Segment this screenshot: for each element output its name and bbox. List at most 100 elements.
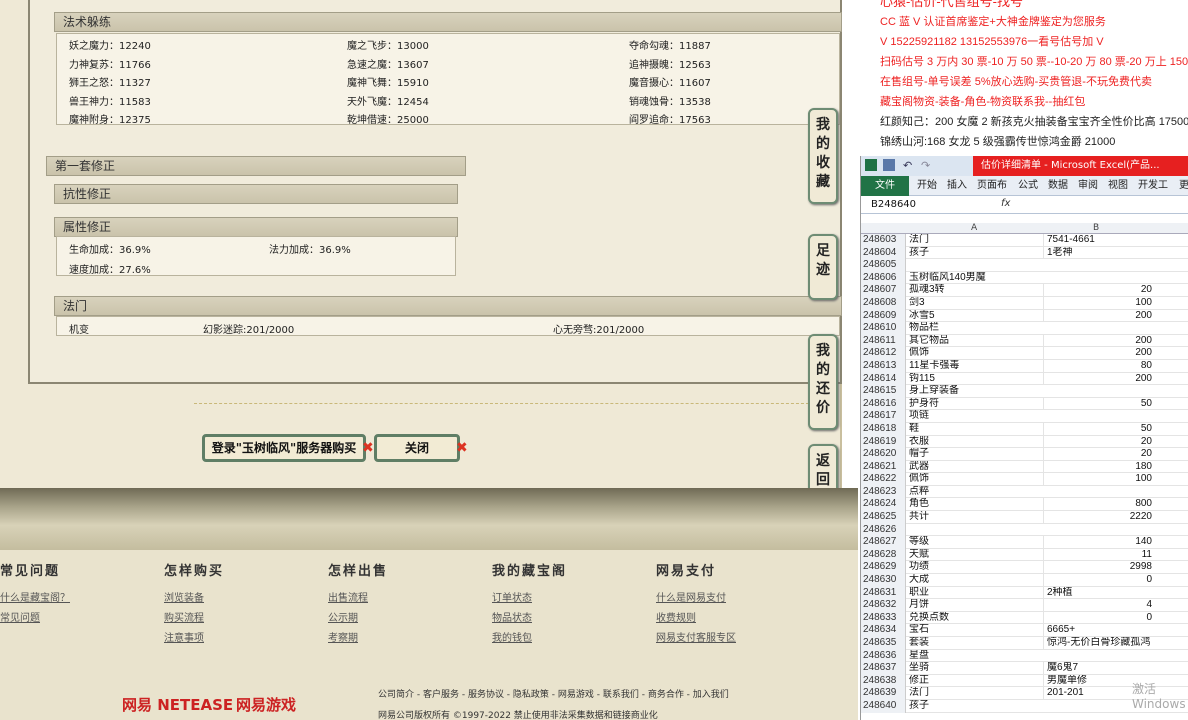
cell-a[interactable]: 其它物品 [909, 335, 1043, 348]
ribbon-tab[interactable]: 插入 [947, 176, 967, 196]
footer-link[interactable]: 网易支付客服专区 [656, 629, 806, 649]
cell-a[interactable]: 修正 [909, 675, 1043, 688]
row-number[interactable]: 248608 [861, 296, 906, 310]
row-number[interactable]: 248624 [861, 498, 906, 512]
save-icon[interactable] [883, 159, 895, 171]
cell-a[interactable]: 玉树临风140男魔 [909, 272, 1043, 285]
sheet-row[interactable]: 248628 天赋 11 [861, 548, 1188, 562]
sheet-row[interactable]: 248610 物品栏 [861, 322, 1188, 335]
row-number[interactable]: 248623 [861, 485, 906, 499]
cell-b[interactable]: 50 [1043, 422, 1155, 436]
sheet-row[interactable]: 248636 星盘 [861, 649, 1188, 663]
row-number[interactable]: 248609 [861, 309, 906, 323]
fx-icon[interactable]: fx [1001, 198, 1010, 209]
cell-b[interactable]: 惊鸿-无价白骨珍藏孤鸿 [1043, 637, 1155, 650]
cell-a[interactable]: 宝石 [909, 624, 1043, 637]
cell-a[interactable]: 功绩 [909, 561, 1043, 574]
cell-a[interactable]: 套装 [909, 637, 1043, 650]
footer-link[interactable]: 物品状态 [492, 609, 642, 629]
sheet-row[interactable]: 248619 衣服 20 [861, 435, 1188, 449]
cell-b[interactable]: 20 [1043, 435, 1155, 449]
ribbon-tab[interactable]: 开始 [917, 176, 937, 196]
cell-a[interactable]: 衣服 [909, 436, 1043, 449]
cell-a[interactable]: 鞋 [909, 423, 1043, 436]
footprint-tab[interactable]: 足迹 [808, 234, 838, 300]
ribbon-tab[interactable]: 数据 [1048, 176, 1068, 196]
col-a-header[interactable]: A [971, 223, 977, 233]
sheet-row[interactable]: 248621 武器 180 [861, 460, 1188, 474]
row-number[interactable]: 248610 [861, 322, 906, 335]
cell-b[interactable]: 20 [1043, 448, 1155, 461]
cell-b[interactable]: 2种植 [1043, 586, 1155, 600]
cell-a[interactable]: 帽子 [909, 448, 1043, 461]
sheet-row[interactable]: 248606 玉树临风140男魔 [861, 271, 1188, 285]
cell-a[interactable]: 11星卡强毒 [909, 360, 1043, 373]
sheet-row[interactable]: 248633 兑换点数 0 [861, 611, 1188, 625]
row-number[interactable]: 248614 [861, 372, 906, 386]
cell-a[interactable]: 武器 [909, 461, 1043, 474]
sheet-row[interactable]: 248604 孩子 1老神 [861, 246, 1188, 260]
footer-link[interactable]: 浏览装备 [164, 589, 314, 609]
footer-link[interactable]: 公示期 [328, 609, 478, 629]
sheet-row[interactable]: 248618 鞋 50 [861, 422, 1188, 436]
sheet-row[interactable]: 248637 坐骑 魔6鬼7 [861, 662, 1188, 675]
sheet-row[interactable]: 248605 [861, 259, 1188, 272]
sheet-row[interactable]: 248616 护身符 50 [861, 397, 1188, 411]
cell-b[interactable]: 800 [1043, 498, 1155, 512]
row-number[interactable]: 248631 [861, 586, 906, 600]
ribbon-tab[interactable]: 视图 [1108, 176, 1128, 196]
cell-a[interactable]: 物品栏 [909, 322, 1043, 335]
cell-a[interactable]: 等级 [909, 536, 1043, 549]
row-number[interactable]: 248622 [861, 473, 906, 486]
footer-link[interactable]: 购买流程 [164, 609, 314, 629]
cell-b[interactable]: 7541-4661 [1043, 234, 1155, 247]
sheet-row[interactable]: 248614 钩115 200 [861, 372, 1188, 386]
footer-link[interactable]: 什么是网易支付 [656, 589, 806, 609]
row-number[interactable]: 248619 [861, 435, 906, 449]
cell-b[interactable]: 50 [1043, 397, 1155, 411]
cell-b[interactable]: 11 [1043, 548, 1155, 562]
favorites-tab[interactable]: 我的收藏 [808, 108, 838, 204]
row-number[interactable]: 248616 [861, 397, 906, 411]
cell-a[interactable]: 法门 [909, 234, 1043, 247]
cell-a[interactable]: 兑换点数 [909, 612, 1043, 625]
row-number[interactable]: 248634 [861, 624, 906, 637]
footer-link[interactable]: 出售流程 [328, 589, 478, 609]
footer-links[interactable]: 公司简介 - 客户服务 - 服务协议 - 隐私政策 - 网易游戏 - 联系我们 … [378, 687, 729, 700]
sheet-row[interactable]: 248609 冰雪5 200 [861, 309, 1188, 323]
row-number[interactable]: 248612 [861, 347, 906, 360]
row-number[interactable]: 248632 [861, 599, 906, 612]
row-number[interactable]: 248627 [861, 536, 906, 549]
redo-icon[interactable]: ↷ [921, 159, 930, 172]
row-number[interactable]: 248605 [861, 259, 906, 272]
cell-b[interactable]: 0 [1043, 574, 1155, 587]
cell-a[interactable]: 共计 [909, 511, 1043, 524]
cell-a[interactable]: 大成 [909, 574, 1043, 587]
row-number[interactable]: 248621 [861, 460, 906, 474]
sheet-row[interactable]: 248603 法门 7541-4661 [861, 234, 1188, 247]
undo-icon[interactable]: ↶ [903, 159, 912, 172]
row-number[interactable]: 248617 [861, 410, 906, 423]
cell-b[interactable]: 100 [1043, 296, 1155, 310]
ribbon-tab[interactable]: 页面布 [977, 176, 1007, 196]
sheet-row[interactable]: 248625 共计 2220 [861, 511, 1188, 524]
cell-a[interactable]: 角色 [909, 498, 1043, 511]
cell-b[interactable]: 0 [1043, 611, 1155, 625]
cell-b[interactable]: 20 [1043, 284, 1155, 297]
row-number[interactable]: 248607 [861, 284, 906, 297]
sheet-row[interactable]: 248635 套装 惊鸿-无价白骨珍藏孤鸿 [861, 637, 1188, 650]
cell-a[interactable]: 冰雪5 [909, 310, 1043, 323]
cell-a[interactable]: 点粹 [909, 486, 1043, 499]
sheet-row[interactable]: 248631 职业 2种植 [861, 586, 1188, 600]
sheet-row[interactable]: 248622 佩饰 100 [861, 473, 1188, 486]
sheet-row[interactable]: 248629 功绩 2998 [861, 561, 1188, 575]
cell-b[interactable]: 140 [1043, 536, 1155, 549]
cell-a[interactable]: 护身符 [909, 398, 1043, 411]
cell-b[interactable]: 6665+ [1043, 624, 1155, 637]
row-number[interactable]: 248629 [861, 561, 906, 575]
row-number[interactable]: 248615 [861, 385, 906, 398]
cell-b[interactable]: 80 [1043, 359, 1155, 373]
cell-b[interactable]: 1老神 [1043, 246, 1155, 260]
sheet-row[interactable]: 248626 [861, 523, 1188, 537]
row-number[interactable]: 248637 [861, 662, 906, 675]
